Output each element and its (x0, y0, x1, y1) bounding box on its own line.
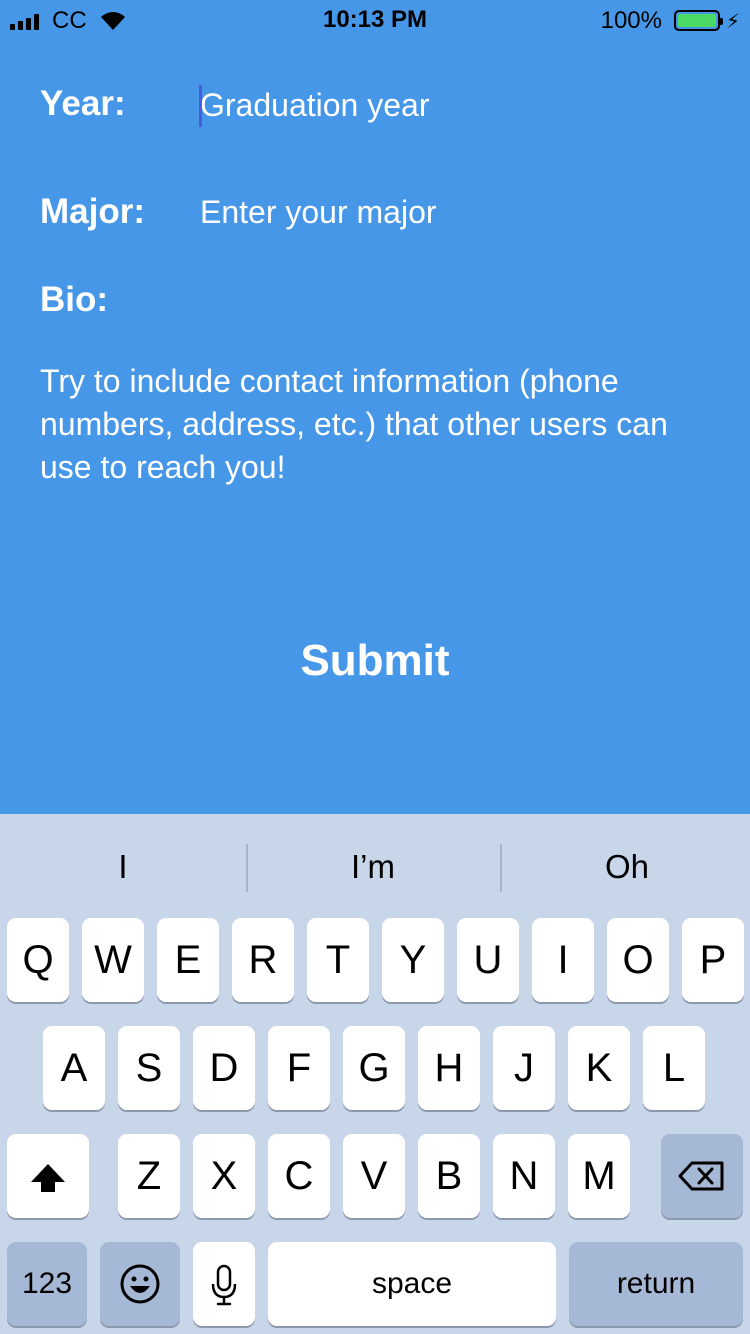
key-l[interactable]: L (643, 1026, 705, 1110)
battery-icon (674, 10, 723, 31)
backspace-key[interactable] (661, 1134, 743, 1218)
key-u[interactable]: U (457, 918, 519, 1002)
keyboard: I I’m Oh Q W E R T Y U I O P A S D F G H… (0, 814, 750, 1334)
major-label: Major: (40, 192, 145, 231)
suggestion-divider (246, 844, 248, 892)
key-g[interactable]: G (343, 1026, 405, 1110)
key-x[interactable]: X (193, 1134, 255, 1218)
key-e[interactable]: E (157, 918, 219, 1002)
suggestion-divider (500, 844, 502, 892)
shift-key[interactable] (7, 1134, 89, 1218)
emoji-key[interactable] (100, 1242, 180, 1326)
key-c[interactable]: C (268, 1134, 330, 1218)
microphone-icon (211, 1264, 237, 1306)
suggestion-2[interactable]: I’m (250, 842, 496, 892)
battery-percentage: 100% (600, 7, 662, 34)
major-input[interactable] (200, 187, 700, 237)
key-h[interactable]: H (418, 1026, 480, 1110)
submit-button[interactable]: Submit (0, 636, 750, 696)
bio-label: Bio: (40, 280, 109, 319)
key-p[interactable]: P (682, 918, 744, 1002)
key-q[interactable]: Q (7, 918, 69, 1002)
key-i[interactable]: I (532, 918, 594, 1002)
bolt-icon: ⚡ (725, 11, 740, 33)
key-t[interactable]: T (307, 918, 369, 1002)
key-a[interactable]: A (43, 1026, 105, 1110)
key-s[interactable]: S (118, 1026, 180, 1110)
return-key[interactable]: return (569, 1242, 743, 1326)
key-w[interactable]: W (82, 918, 144, 1002)
shift-arrow-icon (31, 1164, 65, 1192)
suggestion-bar: I I’m Oh (0, 814, 750, 920)
bio-input[interactable]: Try to include contact information (phon… (40, 360, 680, 489)
key-o[interactable]: O (607, 918, 669, 1002)
suggestion-1[interactable]: I (0, 842, 246, 892)
dictation-key[interactable] (193, 1242, 255, 1326)
year-label: Year: (40, 84, 126, 123)
text-cursor (199, 85, 202, 127)
key-v[interactable]: V (343, 1134, 405, 1218)
emoji-icon (120, 1264, 160, 1304)
suggestion-3[interactable]: Oh (504, 842, 750, 892)
key-d[interactable]: D (193, 1026, 255, 1110)
delete-icon (678, 1161, 724, 1191)
key-z[interactable]: Z (118, 1134, 180, 1218)
key-f[interactable]: F (268, 1026, 330, 1110)
status-bar: CC 10:13 PM 100% ⚡ (0, 0, 750, 40)
space-key[interactable]: space (268, 1242, 556, 1326)
key-y[interactable]: Y (382, 918, 444, 1002)
key-n[interactable]: N (493, 1134, 555, 1218)
key-m[interactable]: M (568, 1134, 630, 1218)
key-b[interactable]: B (418, 1134, 480, 1218)
key-j[interactable]: J (493, 1026, 555, 1110)
numbers-key[interactable]: 123 (7, 1242, 87, 1326)
key-k[interactable]: K (568, 1026, 630, 1110)
year-input[interactable] (200, 80, 700, 130)
key-r[interactable]: R (232, 918, 294, 1002)
